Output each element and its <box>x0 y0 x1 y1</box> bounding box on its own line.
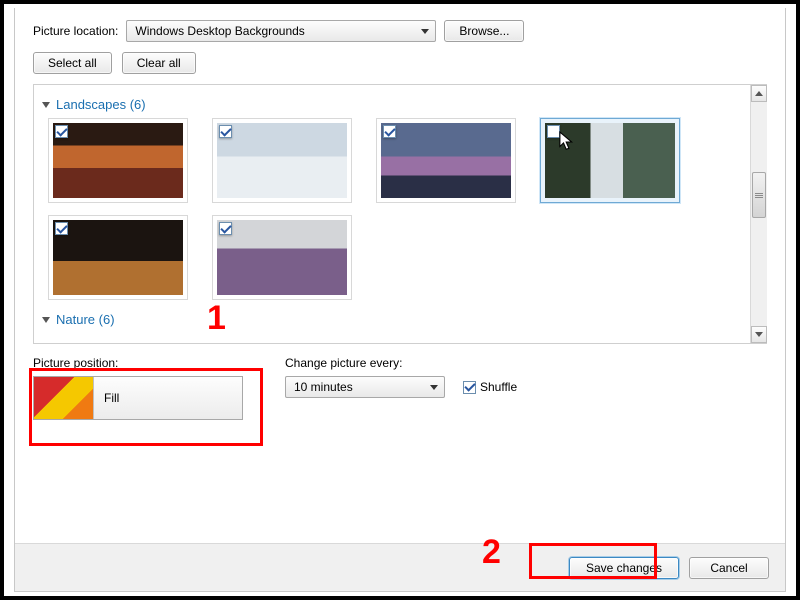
wallpaper-thumbnail[interactable] <box>48 215 188 300</box>
thumbnail-checkbox[interactable] <box>219 222 232 235</box>
thumbnail-checkbox[interactable] <box>547 125 560 138</box>
shuffle-checkbox[interactable]: Shuffle <box>463 380 517 394</box>
expand-icon <box>42 317 50 323</box>
change-interval-select[interactable]: 10 minutes <box>285 376 445 398</box>
wallpaper-thumbnail[interactable] <box>48 118 188 203</box>
picture-position-value: Fill <box>94 391 232 405</box>
picture-location-label: Picture location: <box>33 24 118 38</box>
shuffle-label: Shuffle <box>480 380 517 394</box>
wallpaper-thumbnail[interactable] <box>376 118 516 203</box>
wallpaper-thumbnail[interactable] <box>540 118 680 203</box>
change-interval-label: Change picture every: <box>285 356 517 370</box>
wallpaper-gallery: Landscapes (6) Nature (6) <box>33 84 767 344</box>
picture-location-value: Windows Desktop Backgrounds <box>135 24 304 38</box>
checkbox-icon <box>463 381 476 394</box>
scroll-thumb[interactable] <box>752 172 766 218</box>
thumbnail-checkbox[interactable] <box>55 125 68 138</box>
gallery-scrollbar[interactable] <box>750 85 767 343</box>
thumbnail-image <box>381 123 511 198</box>
scroll-up-button[interactable] <box>751 85 767 102</box>
select-all-button[interactable]: Select all <box>33 52 112 74</box>
picture-position-select[interactable]: Fill <box>33 376 243 420</box>
cancel-button[interactable]: Cancel <box>689 557 769 579</box>
change-interval-value: 10 minutes <box>294 380 353 394</box>
category-landscapes-label: Landscapes (6) <box>56 97 146 112</box>
thumbnail-checkbox[interactable] <box>383 125 396 138</box>
save-changes-label: Save changes <box>586 561 662 575</box>
chevron-down-icon <box>421 29 429 34</box>
save-changes-button[interactable]: Save changes <box>569 557 679 579</box>
category-landscapes[interactable]: Landscapes (6) <box>42 97 742 112</box>
category-nature[interactable]: Nature (6) <box>42 312 742 327</box>
wallpaper-thumbnail[interactable] <box>212 118 352 203</box>
position-preview-icon <box>34 377 94 419</box>
scroll-down-button[interactable] <box>751 326 767 343</box>
thumbnail-checkbox[interactable] <box>55 222 68 235</box>
thumbnail-image <box>53 220 183 295</box>
wallpaper-thumbnail[interactable] <box>212 215 352 300</box>
thumbnail-image <box>545 123 675 198</box>
browse-button[interactable]: Browse... <box>444 20 524 42</box>
clear-all-button[interactable]: Clear all <box>122 52 196 74</box>
clear-all-label: Clear all <box>137 56 181 70</box>
thumbnail-image <box>217 220 347 295</box>
category-nature-label: Nature (6) <box>56 312 115 327</box>
picture-location-select[interactable]: Windows Desktop Backgrounds <box>126 20 436 42</box>
browse-button-label: Browse... <box>459 24 509 38</box>
picture-position-label: Picture position: <box>33 356 243 370</box>
thumbnail-image <box>217 123 347 198</box>
thumbnail-checkbox[interactable] <box>219 125 232 138</box>
thumbnail-image <box>53 123 183 198</box>
cancel-label: Cancel <box>710 561 747 575</box>
chevron-down-icon <box>430 385 438 390</box>
expand-icon <box>42 102 50 108</box>
select-all-label: Select all <box>48 56 97 70</box>
scroll-track[interactable] <box>751 102 767 326</box>
